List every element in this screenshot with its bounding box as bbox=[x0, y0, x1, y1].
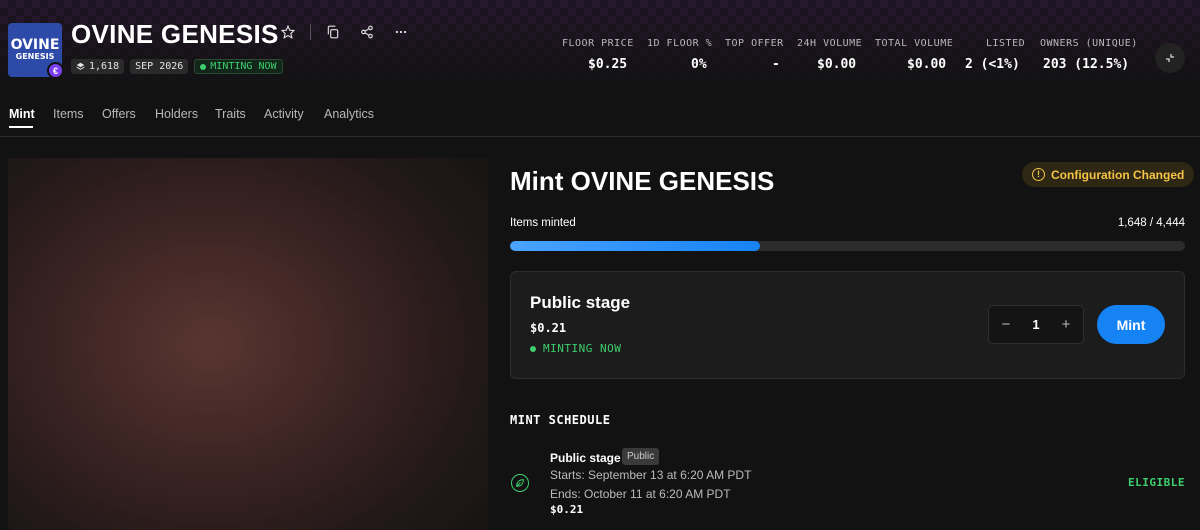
collection-chips: 1,618 SEP 2026 MINTING NOW bbox=[71, 59, 283, 74]
mint-button[interactable]: Mint bbox=[1097, 305, 1165, 344]
schedule-starts: Starts: September 13 at 6:20 AM PDT bbox=[550, 468, 752, 482]
collection-preview-image bbox=[8, 158, 488, 530]
more-options-icon[interactable] bbox=[393, 24, 409, 40]
logo-text-line2: GENESIS bbox=[15, 52, 55, 61]
stat-label-1d-floor: 1D FLOOR % bbox=[647, 38, 713, 49]
decrement-button[interactable]: − bbox=[999, 316, 1013, 333]
increment-button[interactable]: + bbox=[1059, 316, 1073, 333]
schedule-price: $0.21 bbox=[550, 503, 584, 516]
eligibility-status: ELIGIBLE bbox=[1128, 476, 1185, 489]
chain-badge-icon: € bbox=[47, 62, 64, 79]
stage-leaf-icon bbox=[511, 474, 529, 492]
stage-status: MINTING NOW bbox=[530, 342, 621, 355]
stat-label-floor-price: FLOOR PRICE bbox=[562, 38, 634, 49]
tab-analytics[interactable]: Analytics bbox=[324, 107, 374, 121]
mint-progress-bar bbox=[510, 241, 1185, 251]
tab-holders[interactable]: Holders bbox=[155, 107, 198, 121]
items-minted-label: Items minted bbox=[510, 217, 576, 229]
stat-value-1d-floor: 0% bbox=[691, 57, 707, 72]
minting-status-text: MINTING NOW bbox=[210, 61, 277, 72]
configuration-changed-badge[interactable]: ! Configuration Changed bbox=[1022, 162, 1195, 187]
stat-label-24h-volume: 24H VOLUME bbox=[797, 38, 863, 49]
configuration-changed-text: Configuration Changed bbox=[1051, 167, 1185, 182]
stat-value-listed: 2 (<1%) bbox=[965, 57, 1020, 72]
date-chip: SEP 2026 bbox=[130, 59, 189, 74]
divider bbox=[310, 24, 311, 40]
logo-text-line1: OVINE bbox=[10, 37, 60, 53]
tab-activity[interactable]: Activity bbox=[264, 107, 304, 121]
status-dot-icon bbox=[200, 63, 207, 70]
stage-price: $0.21 bbox=[530, 321, 567, 335]
active-tab-indicator bbox=[9, 126, 33, 128]
minting-status-chip: MINTING NOW bbox=[194, 59, 283, 74]
quantity-value[interactable]: 1 bbox=[1032, 317, 1039, 332]
collapse-icon bbox=[1166, 54, 1174, 62]
supply-chip: 1,618 bbox=[71, 59, 125, 74]
tab-offers[interactable]: Offers bbox=[102, 107, 136, 121]
mint-schedule-title: MINT SCHEDULE bbox=[510, 413, 611, 427]
collection-header: OVINE GENESIS € OVINE GENESIS 1,618 SEP … bbox=[0, 0, 1200, 95]
stat-label-top-offer: TOP OFFER bbox=[725, 38, 784, 49]
stage-name: Public stage bbox=[530, 293, 631, 312]
supply-value: 1,618 bbox=[89, 61, 120, 72]
status-dot-icon bbox=[530, 345, 536, 352]
warning-icon: ! bbox=[1032, 168, 1045, 181]
mint-title: Mint OVINE GENESIS bbox=[510, 166, 775, 196]
stat-value-24h-volume: $0.00 bbox=[817, 57, 857, 72]
layers-icon bbox=[76, 62, 85, 70]
items-minted-count: 1,648 / 4,444 bbox=[1117, 217, 1185, 229]
stat-label-total-volume: TOTAL VOLUME bbox=[875, 38, 954, 49]
schedule-stage-name: Public stage bbox=[550, 451, 621, 465]
copy-icon[interactable] bbox=[325, 24, 341, 40]
title-actions bbox=[280, 24, 409, 40]
schedule-stage-badge: Public bbox=[622, 448, 660, 465]
public-stage-card: Public stage $0.21 MINTING NOW − 1 + Min… bbox=[510, 271, 1185, 379]
stat-label-owners: OWNERS (UNIQUE) bbox=[1040, 38, 1138, 49]
star-icon[interactable] bbox=[280, 24, 296, 40]
stage-status-text: MINTING NOW bbox=[543, 342, 622, 355]
schedule-ends: Ends: October 11 at 6:20 AM PDT bbox=[550, 487, 731, 501]
tab-mint[interactable]: Mint bbox=[9, 107, 35, 121]
collection-title: OVINE GENESIS bbox=[71, 19, 279, 49]
tab-items[interactable]: Items bbox=[53, 107, 84, 121]
tab-traits[interactable]: Traits bbox=[215, 107, 246, 121]
mint-progress-fill bbox=[510, 241, 761, 251]
collapse-header-button[interactable] bbox=[1155, 43, 1185, 73]
stat-value-owners: 203 (12.5%) bbox=[1043, 57, 1130, 72]
stat-value-floor-price: $0.25 bbox=[588, 57, 628, 72]
quantity-stepper: − 1 + bbox=[988, 305, 1084, 344]
collection-tabs: Mint Items Offers Holders Traits Activit… bbox=[0, 95, 1200, 137]
stat-label-listed: LISTED bbox=[986, 38, 1026, 49]
stat-value-total-volume: $0.00 bbox=[907, 57, 947, 72]
stat-value-top-offer: - bbox=[772, 57, 780, 72]
share-icon[interactable] bbox=[359, 24, 375, 40]
